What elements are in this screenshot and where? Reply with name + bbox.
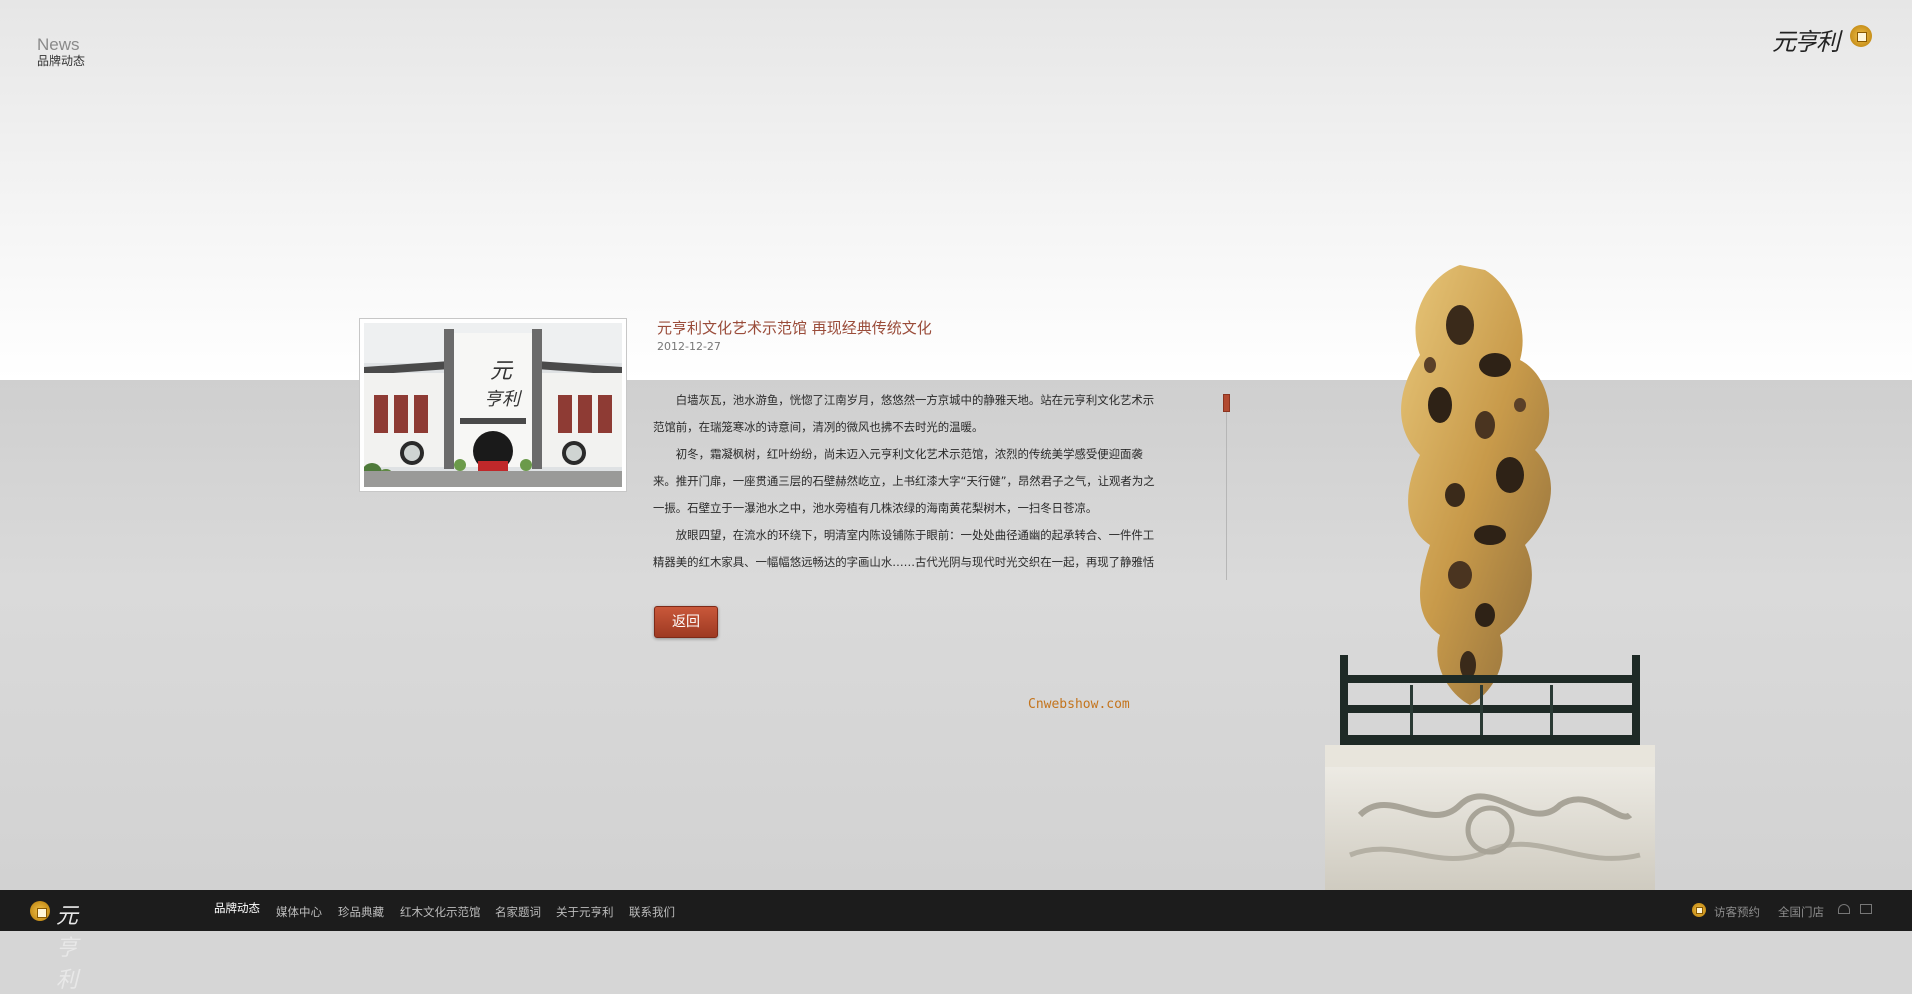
scrollbar-track[interactable] [1226, 394, 1227, 580]
nav-item-brand-news[interactable]: 品牌动态 [214, 900, 260, 916]
section-title-cn: 品牌动态 [37, 54, 86, 68]
footer-bar: 元亨利 品牌动态 媒体中心 珍品典藏 红木文化示范馆 名家题词 关于元亨利 联系… [0, 890, 1912, 993]
watermark-text: Cnwebshow.com [1028, 697, 1130, 712]
brand-logo-text: 元亨利 [1772, 28, 1840, 56]
back-button[interactable]: 返回 [654, 606, 718, 638]
nav-item-media-center[interactable]: 媒体中心 [276, 904, 322, 920]
article-paragraph: 白墙灰瓦，池水游鱼，恍惚了江南岁月，悠悠然一方京城中的静雅天地。站在元亨利文化艺… [653, 393, 1155, 434]
coin-emblem-icon [1692, 903, 1706, 917]
scholar-rock-sculpture-image [1325, 265, 1655, 890]
article-paragraph: 放眼四望，在流水的环绕下，明清室内陈设铺陈于眼前：一处处曲径通幽的起承转合、一件… [653, 528, 1155, 569]
section-label: News 品牌动态 [37, 35, 85, 68]
article-body: 白墙灰瓦，池水游鱼，恍惚了江南岁月，悠悠然一方京城中的静雅天地。站在元亨利文化艺… [653, 387, 1165, 574]
svg-text:元: 元 [490, 359, 514, 384]
article-date: 2012-12-27 [657, 340, 721, 353]
nav-item-collection[interactable]: 珍品典藏 [338, 904, 384, 920]
nav-item-contact[interactable]: 联系我们 [629, 904, 675, 920]
nav-item-inscriptions[interactable]: 名家题词 [495, 904, 541, 920]
article-paragraph: 初冬，霜凝枫树，红叶纷纷，尚未迈入元亨利文化艺术示范馆，浓烈的传统美学感受便迎面… [653, 447, 1155, 515]
museum-building-image: 元 亨利 [364, 323, 622, 487]
nav-item-about[interactable]: 关于元亨利 [556, 904, 614, 920]
article-thumbnail: 元 亨利 [359, 318, 627, 492]
footer-logo-text: 元亨利 [56, 904, 78, 993]
stores-link[interactable]: 全国门店 [1778, 904, 1824, 920]
weibo-icon[interactable] [1838, 904, 1850, 914]
scrollbar-thumb[interactable] [1223, 394, 1230, 412]
coin-emblem-icon [30, 901, 50, 921]
section-title-en: News [37, 35, 80, 54]
brand-logo[interactable]: 元亨利 [1772, 22, 1872, 56]
svg-text:亨利: 亨利 [484, 389, 523, 410]
grid-menu-icon[interactable] [1860, 904, 1872, 914]
article-title: 元亨利文化艺术示范馆 再现经典传统文化 [657, 319, 932, 337]
visit-booking-link[interactable]: 访客预约 [1714, 904, 1760, 920]
coin-emblem-icon [1850, 25, 1872, 47]
nav-item-redwood-museum[interactable]: 红木文化示范馆 [400, 904, 481, 920]
